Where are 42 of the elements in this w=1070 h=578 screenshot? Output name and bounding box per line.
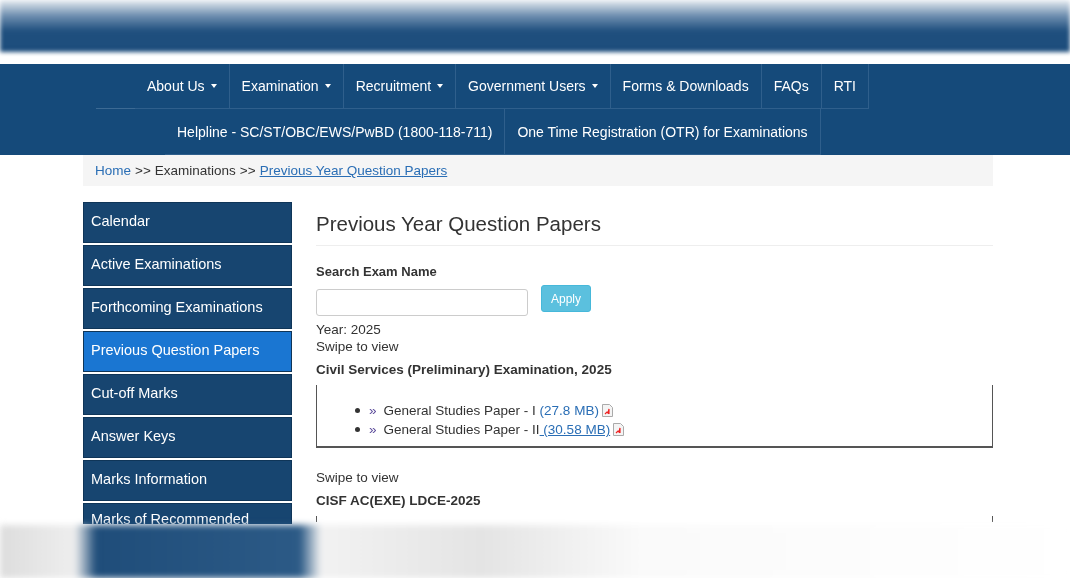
page-title: Previous Year Question Papers <box>316 212 993 246</box>
bullet-icon <box>355 427 360 432</box>
search-field[interactable] <box>316 289 528 316</box>
breadcrumb-separator: >> <box>239 163 256 178</box>
swipe-hint: Swipe to view <box>316 339 400 354</box>
nav-menu-item[interactable]: FAQs <box>761 64 822 109</box>
caret-icon <box>210 84 217 88</box>
nav-menu-item[interactable]: Government Users <box>456 64 611 109</box>
sidebar-item[interactable]: Forthcoming Examinations <box>83 288 292 329</box>
nav-menu-item[interactable]: About Us <box>135 64 230 109</box>
breadcrumb-link[interactable]: Previous Year Question Papers <box>259 163 448 178</box>
year-label: Year: 2025 <box>316 322 382 337</box>
nav-menu-item[interactable]: Examination <box>229 64 344 109</box>
nav-menu-item[interactable]: Forms & Downloads <box>610 64 762 109</box>
caret-icon <box>591 84 598 88</box>
field-label: Search Exam Name <box>316 264 438 279</box>
file-size-link[interactable]: (30.58 MB) <box>539 422 611 437</box>
breadcrumb-link[interactable]: Home <box>95 163 131 178</box>
sidebar-item[interactable]: Cut-off Marks <box>83 374 292 415</box>
sidebar-item[interactable]: Calendar <box>83 202 292 243</box>
exam-name: CISF AC(EXE) LDCE-2025 <box>316 493 482 508</box>
sidebar-item[interactable]: Active Examinations <box>83 245 292 286</box>
list-marker: » <box>369 403 377 418</box>
paper-name: General Studies Paper - I <box>383 403 536 418</box>
list-marker: » <box>369 422 377 437</box>
sidebar-item[interactable]: Previous Question Papers <box>83 331 292 372</box>
nav-menu-item[interactable]: RTI <box>821 64 869 109</box>
pdf-icon[interactable] <box>613 423 625 436</box>
nav-menu-item[interactable]: Recruitment <box>343 64 457 109</box>
breadcrumb-separator: >> <box>135 163 151 178</box>
caret-icon <box>324 84 331 88</box>
exam-name: Civil Services (Preliminary) Examination, 2025 <box>316 362 613 377</box>
sidebar-item[interactable]: Answer Keys <box>83 417 292 458</box>
sidebar-item[interactable]: Marks of Recommended <box>83 503 292 524</box>
breadcrumb-text: Examinations <box>154 163 236 178</box>
swipe-hint: Swipe to view <box>316 470 400 485</box>
sidebar-item[interactable]: Marks Information <box>83 460 292 501</box>
bullet-icon <box>355 408 360 413</box>
pdf-icon[interactable] <box>601 404 613 417</box>
caret-icon <box>437 84 444 88</box>
file-size-link[interactable]: (27.8 MB) <box>535 403 599 418</box>
paper-name: General Studies Paper - II <box>383 422 540 437</box>
